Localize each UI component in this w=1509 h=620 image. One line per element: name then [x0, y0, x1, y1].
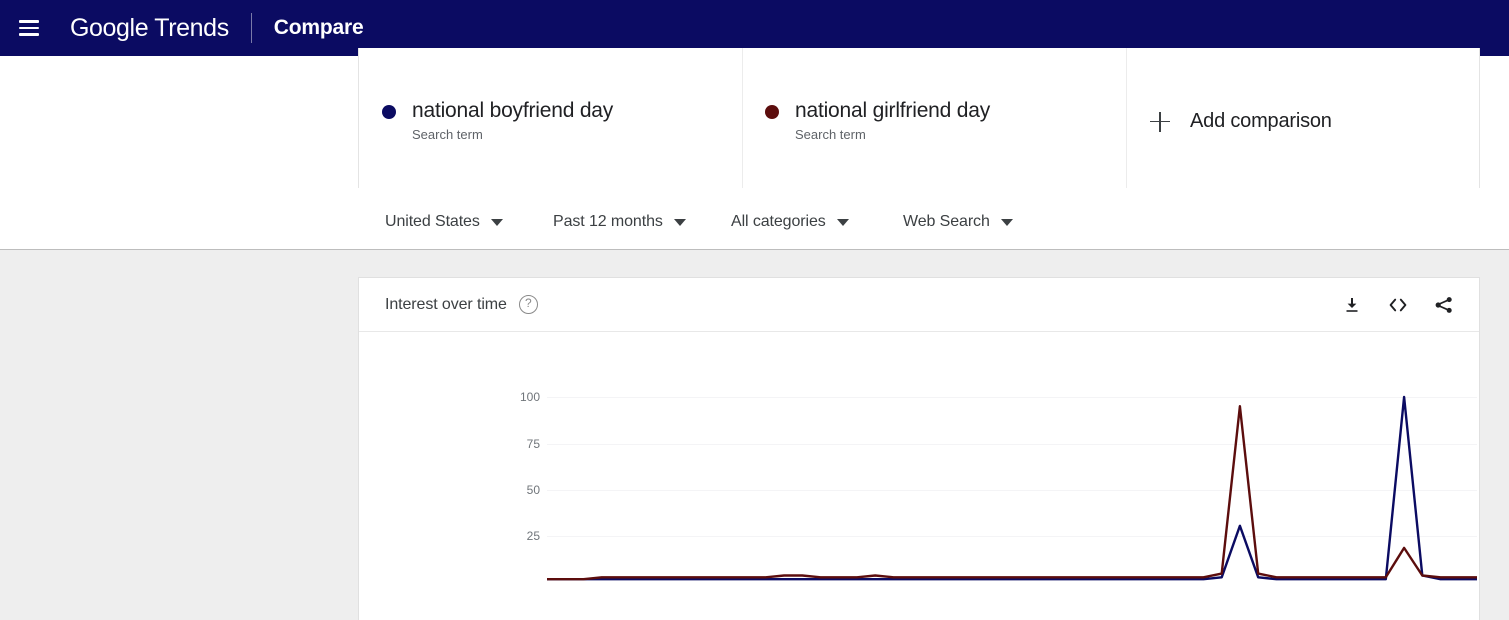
google-trends-compare-page: Google Trends Compare national boyfriend… — [0, 0, 1509, 620]
search-term-type: Search term — [412, 127, 483, 142]
chevron-down-icon — [490, 218, 503, 226]
filter-category[interactable]: All categories — [731, 213, 903, 231]
filter-search-type-label: Web Search — [903, 213, 990, 230]
search-term-entry-1[interactable]: national boyfriend day Search term — [382, 98, 613, 142]
filter-bar: United States Past 12 months All categor… — [358, 195, 1480, 249]
add-comparison-label: Add comparison — [1190, 110, 1332, 132]
series-line — [547, 405, 1477, 581]
series-color-dot — [382, 105, 396, 119]
plus-icon — [1150, 111, 1170, 132]
hamburger-menu-icon[interactable] — [12, 11, 46, 45]
chevron-down-icon — [673, 218, 686, 226]
filter-location[interactable]: United States — [385, 213, 553, 231]
search-term-label: national girlfriend day — [795, 99, 991, 122]
search-term-texts: national boyfriend day Search term — [412, 98, 613, 142]
search-term-type: Search term — [795, 127, 866, 142]
search-term-label: national boyfriend day — [412, 99, 614, 122]
add-comparison-button[interactable]: Add comparison — [1150, 110, 1332, 133]
series-lines[interactable] — [359, 332, 1480, 620]
series-color-dot — [765, 105, 779, 119]
download-icon[interactable] — [1341, 294, 1363, 316]
series-line — [547, 395, 1477, 581]
appbar-divider — [250, 13, 252, 43]
search-term-entry-2[interactable]: national girlfriend day Search term — [765, 98, 990, 142]
filter-location-label: United States — [385, 213, 480, 230]
chart-actions — [1341, 294, 1455, 316]
filter-time-range-label: Past 12 months — [553, 213, 663, 230]
chevron-down-icon — [836, 218, 849, 226]
interest-over-time-plot: 100 75 50 25 Nov 11, 2018 Mar 17, 2019 J… — [359, 332, 1480, 620]
interest-over-time-card: Interest over time ? 100 75 50 25 — [358, 277, 1480, 620]
hamburger-bar — [19, 20, 39, 23]
question-mark-icon[interactable]: ? — [518, 295, 538, 314]
share-icon[interactable] — [1433, 294, 1455, 316]
term-divider — [742, 48, 743, 188]
google-trends-logo[interactable]: Google Trends — [70, 14, 229, 43]
chart-header: Interest over time ? — [359, 278, 1479, 332]
hamburger-bar — [19, 26, 39, 30]
term-divider — [1126, 48, 1127, 188]
chart-title: Interest over time — [385, 295, 507, 313]
filter-time-range[interactable]: Past 12 months — [553, 213, 731, 231]
hamburger-bar — [19, 33, 39, 36]
compare-section-title[interactable]: Compare — [274, 16, 364, 40]
search-term-texts: national girlfriend day Search term — [795, 98, 990, 142]
filter-category-label: All categories — [731, 213, 826, 230]
chevron-down-icon — [1000, 218, 1013, 226]
filter-search-type[interactable]: Web Search — [903, 213, 1013, 231]
embed-code-icon[interactable] — [1387, 294, 1409, 316]
